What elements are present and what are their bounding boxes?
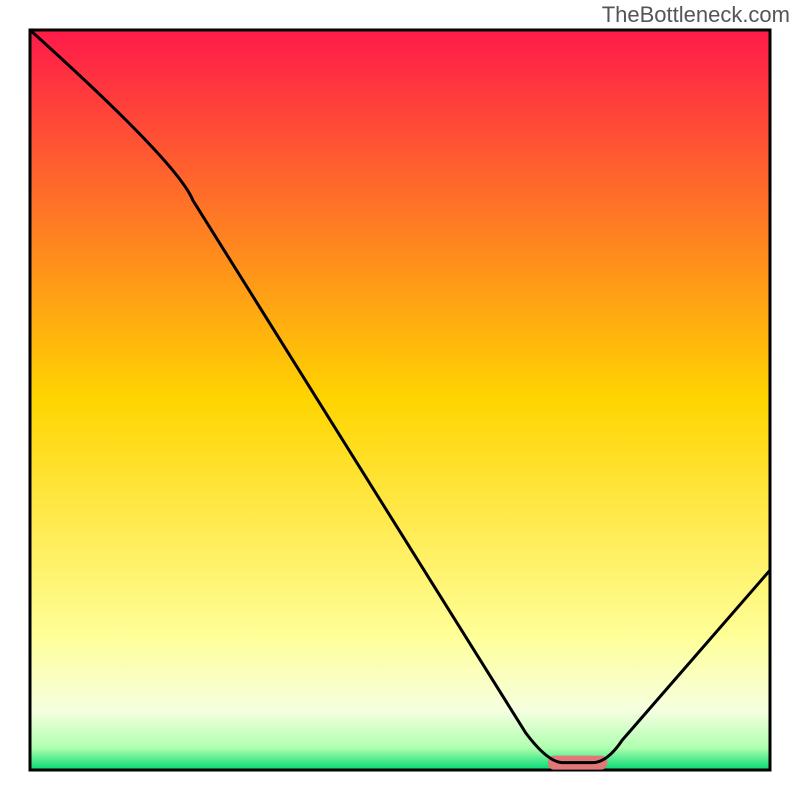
bottleneck-chart bbox=[0, 0, 800, 800]
chart-container: TheBottleneck.com bbox=[0, 0, 800, 800]
plot-background bbox=[30, 30, 770, 770]
watermark-text: TheBottleneck.com bbox=[602, 2, 790, 28]
